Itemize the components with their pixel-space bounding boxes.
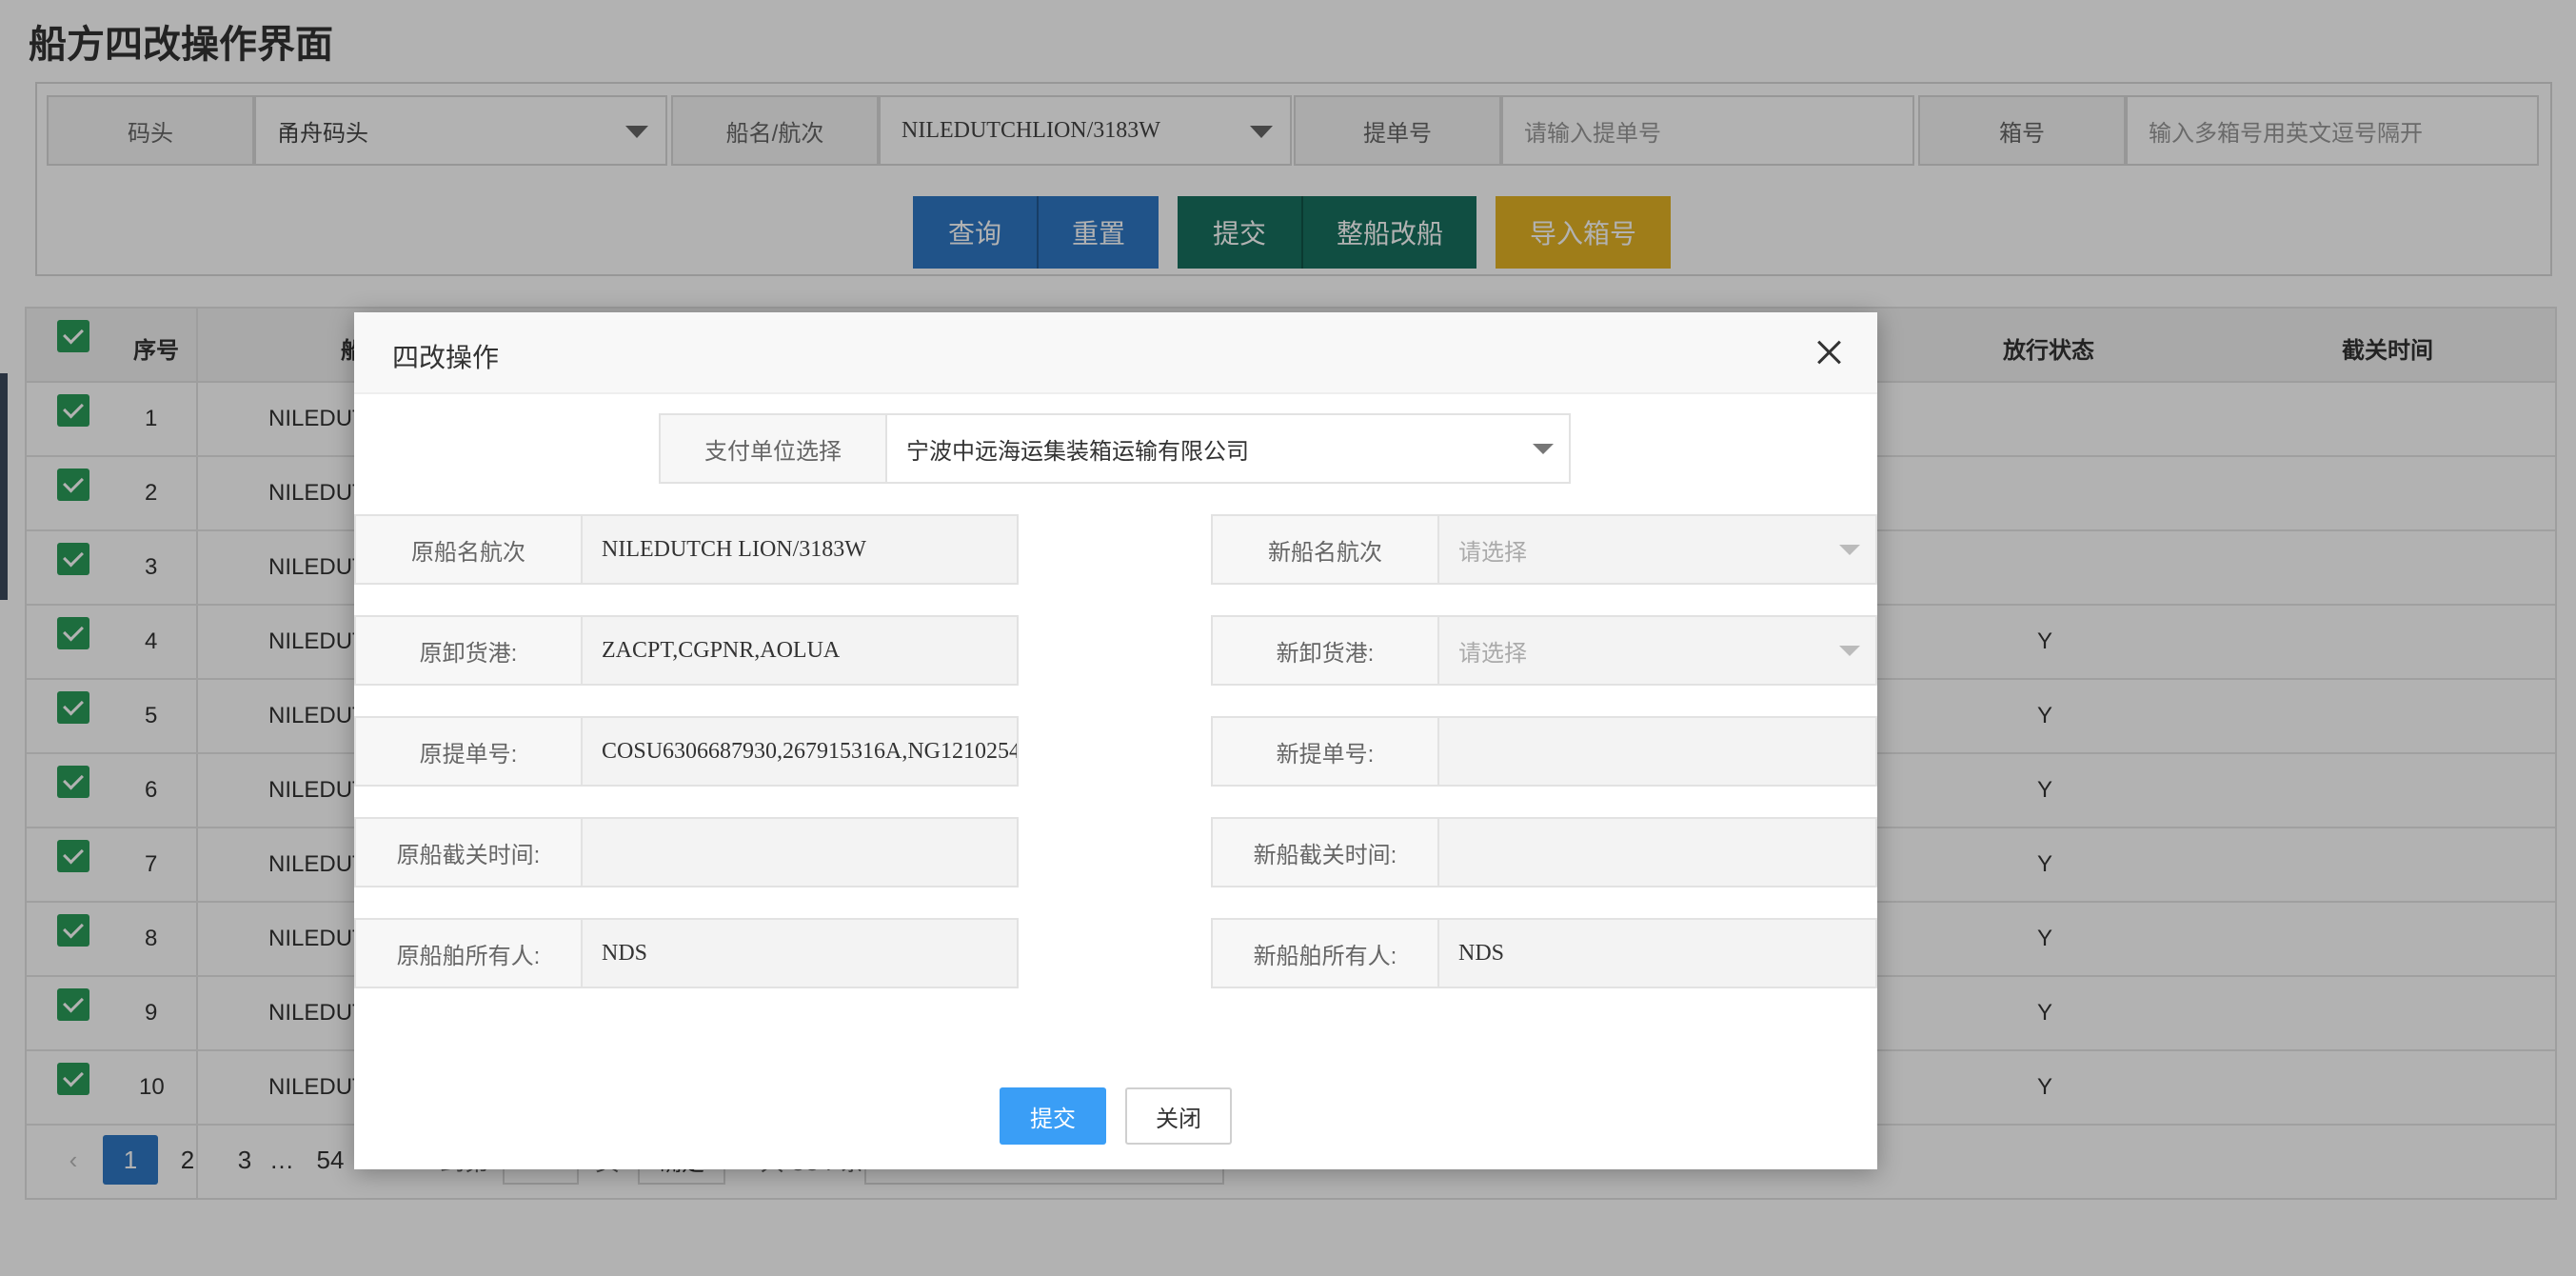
chevron-down-icon: [1839, 545, 1860, 555]
close-icon[interactable]: [1811, 333, 1849, 371]
new-cutoff-input[interactable]: [1437, 817, 1877, 887]
new-owner-label: 新船舶所有人:: [1211, 918, 1439, 988]
orig-port-field[interactable]: ZACPT,CGPNR,AOLUA: [581, 615, 1019, 686]
new-owner-input[interactable]: NDS: [1437, 918, 1877, 988]
payer-select-value: 宁波中远海运集装箱运输有限公司: [906, 439, 1249, 465]
orig-bl-field[interactable]: COSU6306687930,267915316A,NG1210254: [581, 716, 1019, 787]
payer-label: 支付单位选择: [659, 413, 887, 484]
orig-owner-label: 原船舶所有人:: [354, 918, 583, 988]
orig-port-label: 原卸货港:: [354, 615, 583, 686]
orig-owner-field[interactable]: NDS: [581, 918, 1019, 988]
new-vessel-select[interactable]: 请选择: [1437, 514, 1877, 585]
new-port-label: 新卸货港:: [1211, 615, 1439, 686]
new-port-select[interactable]: 请选择: [1437, 615, 1877, 686]
dialog-close-button[interactable]: 关闭: [1125, 1087, 1232, 1145]
payer-select[interactable]: 宁波中远海运集装箱运输有限公司: [885, 413, 1571, 484]
new-port-placeholder: 请选择: [1458, 640, 1527, 667]
orig-vessel-label: 原船名航次: [354, 514, 583, 585]
orig-cutoff-label: 原船截关时间:: [354, 817, 583, 887]
orig-cutoff-field[interactable]: [581, 817, 1019, 887]
orig-vessel-field[interactable]: NILEDUTCH LION/3183W: [581, 514, 1019, 585]
dialog-title: 四改操作: [392, 343, 500, 372]
new-cutoff-label: 新船截关时间:: [1211, 817, 1439, 887]
dialog-header: 四改操作: [354, 312, 1877, 394]
orig-bl-label: 原提单号:: [354, 716, 583, 787]
chevron-down-icon: [1533, 444, 1554, 454]
new-vessel-label: 新船名航次: [1211, 514, 1439, 585]
new-bl-label: 新提单号:: [1211, 716, 1439, 787]
dialog-submit-button[interactable]: 提交: [1000, 1087, 1106, 1145]
four-change-dialog: 四改操作 支付单位选择 宁波中远海运集装箱运输有限公司 原船名航次 NILEDU…: [354, 312, 1877, 1169]
chevron-down-icon: [1839, 646, 1860, 656]
new-vessel-placeholder: 请选择: [1458, 539, 1527, 566]
new-bl-input[interactable]: [1437, 716, 1877, 787]
